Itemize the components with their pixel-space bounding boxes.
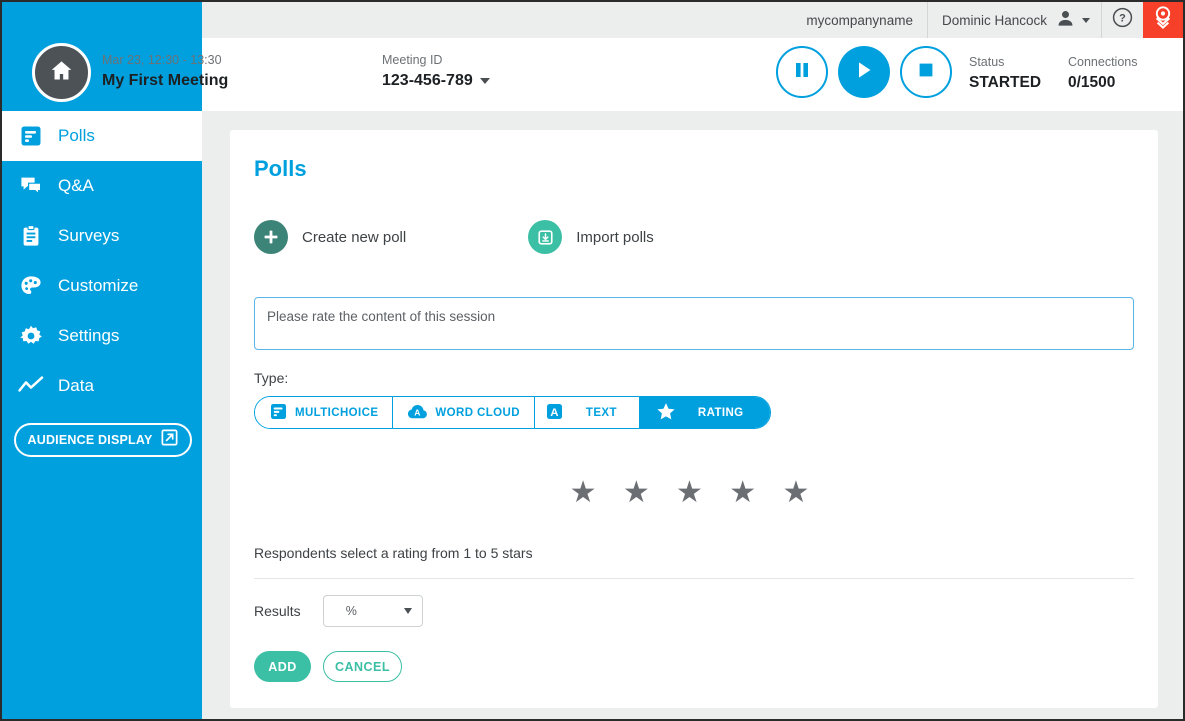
- svg-text:?: ?: [1119, 13, 1126, 25]
- play-button[interactable]: [838, 46, 890, 98]
- sidebar: Polls Q&A Surveys Customize Settings Dat…: [2, 111, 202, 719]
- poll-actions: Create new poll Import polls: [254, 220, 654, 254]
- create-new-poll-label: Create new poll: [302, 228, 407, 246]
- sidebar-item-qa[interactable]: Q&A: [2, 161, 202, 211]
- import-tray-icon: [528, 220, 563, 254]
- meeting-id-label: Meeting ID: [382, 53, 443, 67]
- tab-rating[interactable]: RATING: [639, 397, 770, 428]
- app-window: mycompanyname Dominic Hancock ? Mar 23, …: [0, 0, 1185, 721]
- transport-controls: [776, 46, 952, 98]
- chevron-down-icon: [403, 608, 412, 614]
- sidebar-item-surveys[interactable]: Surveys: [2, 211, 202, 261]
- meeting-date-range: Mar 23, 12:30 - 13:30: [102, 53, 222, 67]
- cloud-a-icon: A: [407, 402, 428, 424]
- company-name: mycompanyname: [806, 12, 913, 28]
- rating-stars-preview: ★ ★ ★ ★ ★: [569, 476, 819, 509]
- audience-display-label: AUDIENCE DISPLAY: [27, 433, 153, 447]
- add-button[interactable]: ADD: [254, 651, 311, 682]
- plus-icon: [254, 220, 288, 254]
- tab-label: RATING: [697, 406, 744, 419]
- results-label: Results: [254, 603, 301, 619]
- letter-a-icon: A: [545, 402, 564, 424]
- help-button[interactable]: ?: [1101, 2, 1143, 38]
- page-title: Polls: [254, 156, 307, 181]
- sidebar-item-settings[interactable]: Settings: [2, 311, 202, 361]
- chevron-down-icon: [479, 78, 490, 84]
- tab-label: WORD CLOUD: [435, 406, 520, 419]
- location-pin-icon: [1152, 5, 1174, 36]
- chevron-down-icon: [1082, 17, 1090, 23]
- audience-display-button[interactable]: AUDIENCE DISPLAY: [14, 423, 192, 457]
- poll-type-label: Type:: [254, 370, 289, 386]
- tab-text[interactable]: A TEXT: [534, 397, 640, 428]
- top-bar-brand-block: [2, 2, 202, 38]
- results-row: Results %: [254, 595, 423, 627]
- stop-button[interactable]: [900, 46, 952, 98]
- chat-bubbles-icon: [18, 174, 44, 198]
- meeting-info: Mar 23, 12:30 - 13:30 My First Meeting: [102, 52, 228, 92]
- sidebar-item-polls[interactable]: Polls: [2, 111, 202, 161]
- sidebar-item-customize[interactable]: Customize: [2, 261, 202, 311]
- form-buttons: ADD CANCEL: [254, 651, 402, 682]
- top-bar: mycompanyname Dominic Hancock ?: [2, 2, 1183, 38]
- stop-icon: [916, 60, 936, 85]
- user-name-label: Dominic Hancock: [941, 12, 1047, 28]
- create-new-poll-button[interactable]: Create new poll: [254, 220, 406, 254]
- tab-label: TEXT: [585, 406, 617, 419]
- home-icon: [49, 58, 74, 88]
- sidebar-item-data[interactable]: Data: [2, 361, 202, 411]
- connections-value: 0/1500: [1068, 74, 1116, 91]
- import-polls-button[interactable]: Import polls: [528, 220, 654, 254]
- question-circle-icon: ?: [1112, 7, 1133, 33]
- palette-icon: [18, 274, 44, 298]
- section-divider: [254, 578, 1134, 579]
- poll-type-description: Respondents select a rating from 1 to 5 …: [254, 545, 533, 561]
- sidebar-item-label: Customize: [58, 276, 139, 295]
- external-link-icon: [161, 429, 178, 451]
- status-block: Status STARTED: [969, 54, 1041, 93]
- poll-question-input[interactable]: [254, 297, 1134, 350]
- brand-logo-button[interactable]: [1143, 2, 1183, 38]
- meeting-id-dropdown[interactable]: 123-456-789: [382, 70, 490, 92]
- sidebar-item-label: Q&A: [58, 176, 94, 195]
- sidebar-item-label: Settings: [58, 326, 120, 345]
- pause-icon: [792, 60, 812, 85]
- polls-card: Polls Create new poll Import polls Type:: [230, 130, 1158, 708]
- svg-text:A: A: [550, 406, 559, 418]
- tab-label: MULTICHOICE: [295, 406, 379, 419]
- results-format-value: %: [345, 604, 357, 618]
- status-value: STARTED: [969, 74, 1042, 91]
- poll-type-tabs: MULTICHOICE A WORD CLOUD A TEXT RATING: [254, 396, 771, 429]
- tab-word-cloud[interactable]: A WORD CLOUD: [393, 397, 535, 428]
- top-bar-right: mycompanyname Dominic Hancock ?: [202, 2, 1183, 38]
- connections-block: Connections 0/1500: [1068, 54, 1138, 93]
- play-icon: [853, 59, 875, 86]
- poll-bars-icon: [269, 402, 288, 424]
- gear-icon: [18, 324, 44, 348]
- sidebar-item-label: Surveys: [58, 226, 120, 245]
- sidebar-item-label: Data: [58, 376, 94, 395]
- clipboard-icon: [18, 224, 44, 248]
- star-icon: [656, 402, 676, 424]
- pause-button[interactable]: [776, 46, 828, 98]
- cancel-button[interactable]: CANCEL: [323, 651, 402, 682]
- meeting-title: My First Meeting: [102, 72, 229, 89]
- import-polls-label: Import polls: [576, 228, 654, 246]
- sidebar-item-label: Polls: [58, 126, 95, 145]
- avatar-icon: [1056, 9, 1075, 31]
- meeting-id-block: Meeting ID 123-456-789: [382, 52, 490, 92]
- connections-label: Connections: [1068, 55, 1138, 69]
- tab-multichoice[interactable]: MULTICHOICE: [255, 397, 394, 428]
- poll-bars-icon: [18, 124, 44, 148]
- meeting-id-value: 123-456-789: [382, 72, 473, 89]
- svg-text:A: A: [415, 407, 421, 417]
- line-chart-icon: [18, 374, 44, 398]
- status-label: Status: [969, 55, 1005, 69]
- user-menu[interactable]: Dominic Hancock: [926, 2, 1101, 38]
- results-format-select[interactable]: %: [322, 595, 423, 627]
- home-button[interactable]: [32, 43, 91, 102]
